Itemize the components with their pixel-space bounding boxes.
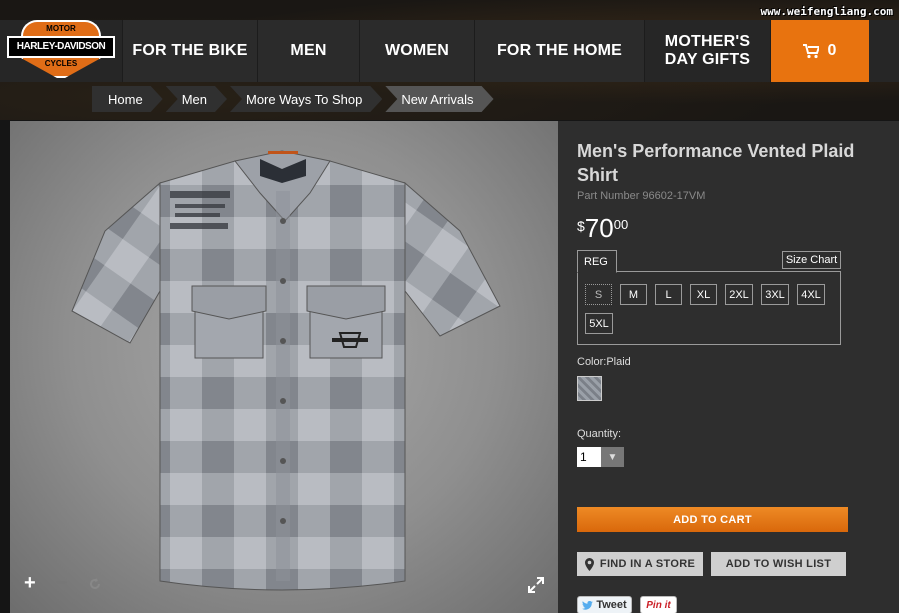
size-option-2xl[interactable]: 2XL [725, 284, 753, 305]
price-whole: 70 [584, 213, 614, 243]
logo-brand-text: HARLEY-DAVIDSON [7, 36, 115, 58]
size-options: S M L XL 2XL 3XL 4XL 5XL [585, 284, 835, 334]
logo-top-text: MOTOR [21, 20, 101, 36]
add-to-wishlist-button[interactable]: ADD TO WISH LIST [711, 552, 846, 576]
nav-men[interactable]: MEN [257, 20, 359, 82]
tweet-label: Tweet [596, 599, 627, 611]
find-in-store-label: FIND IN A STORE [599, 558, 696, 570]
logo-bottom-text: CYCLES [21, 58, 101, 78]
fit-tab-reg[interactable]: REG [577, 250, 617, 273]
expand-icon[interactable] [528, 577, 544, 593]
nav-women[interactable]: WOMEN [359, 20, 474, 82]
nav-for-the-bike[interactable]: FOR THE BIKE [122, 20, 257, 82]
size-option-s[interactable]: S [585, 284, 612, 305]
watermark: www.weifengliang.com [760, 5, 893, 18]
product-title: Men's Performance Vented Plaid Shirt [577, 141, 855, 185]
product-image[interactable]: + − [10, 121, 558, 613]
size-chart-link[interactable]: Size Chart [782, 251, 841, 269]
rotate-icon[interactable] [88, 577, 102, 591]
chevron-down-icon[interactable]: ▼ [601, 447, 624, 467]
part-number: Part Number 96602-17VM [577, 190, 706, 202]
cart-count: 0 [827, 42, 837, 59]
pin-it-button[interactable]: Pin it [640, 596, 677, 613]
logo-shield-icon: MOTOR HARLEY-DAVIDSON CYCLES [7, 20, 115, 82]
zoom-out-button[interactable]: − [56, 572, 68, 595]
nav-for-the-home[interactable]: FOR THE HOME [474, 20, 644, 82]
product-details-panel: Men's Performance Vented Plaid Shirt Par… [558, 121, 899, 613]
size-option-xl[interactable]: XL [690, 284, 717, 305]
zoom-in-button[interactable]: + [24, 572, 36, 595]
breadcrumb-home[interactable]: Home [92, 86, 163, 112]
price-currency: $ [577, 218, 585, 234]
quantity-label: Quantity: [577, 428, 622, 440]
size-option-3xl[interactable]: 3XL [761, 284, 789, 305]
twitter-bird-icon [582, 600, 594, 610]
breadcrumb-new-arrivals[interactable]: New Arrivals [385, 86, 493, 112]
top-navigation: MOTOR HARLEY-DAVIDSON CYCLES FOR THE BIK… [0, 20, 899, 82]
breadcrumb: Home Men More Ways To Shop New Arrivals [92, 86, 497, 112]
quantity-select[interactable]: 1 ▼ [577, 447, 624, 467]
nav-mothers-day-gifts[interactable]: MOTHER'S DAY GIFTS [644, 20, 770, 82]
size-option-4xl[interactable]: 4XL [797, 284, 825, 305]
cart-button[interactable]: 0 [770, 20, 869, 82]
find-in-store-button[interactable]: FIND IN A STORE [577, 552, 703, 576]
price-cents: 00 [613, 217, 629, 232]
add-to-cart-button[interactable]: ADD TO CART [577, 507, 848, 532]
map-pin-icon [584, 557, 594, 571]
size-option-5xl[interactable]: 5XL [585, 313, 613, 334]
shirt-illustration [71, 150, 501, 591]
breadcrumb-men[interactable]: Men [166, 86, 227, 112]
cart-icon [803, 43, 820, 58]
color-swatch-plaid[interactable] [577, 376, 602, 401]
color-label: Color:Plaid [577, 356, 631, 368]
product-price: $ 70 00 [577, 214, 628, 242]
nav-mothers-day-label: MOTHER'S DAY GIFTS [664, 33, 751, 68]
brand-logo[interactable]: MOTOR HARLEY-DAVIDSON CYCLES [0, 20, 122, 82]
size-option-m[interactable]: M [620, 284, 647, 305]
size-option-l[interactable]: L [655, 284, 682, 305]
breadcrumb-more-ways[interactable]: More Ways To Shop [230, 86, 382, 112]
quantity-value: 1 [577, 447, 601, 467]
tweet-button[interactable]: Tweet [577, 596, 632, 613]
